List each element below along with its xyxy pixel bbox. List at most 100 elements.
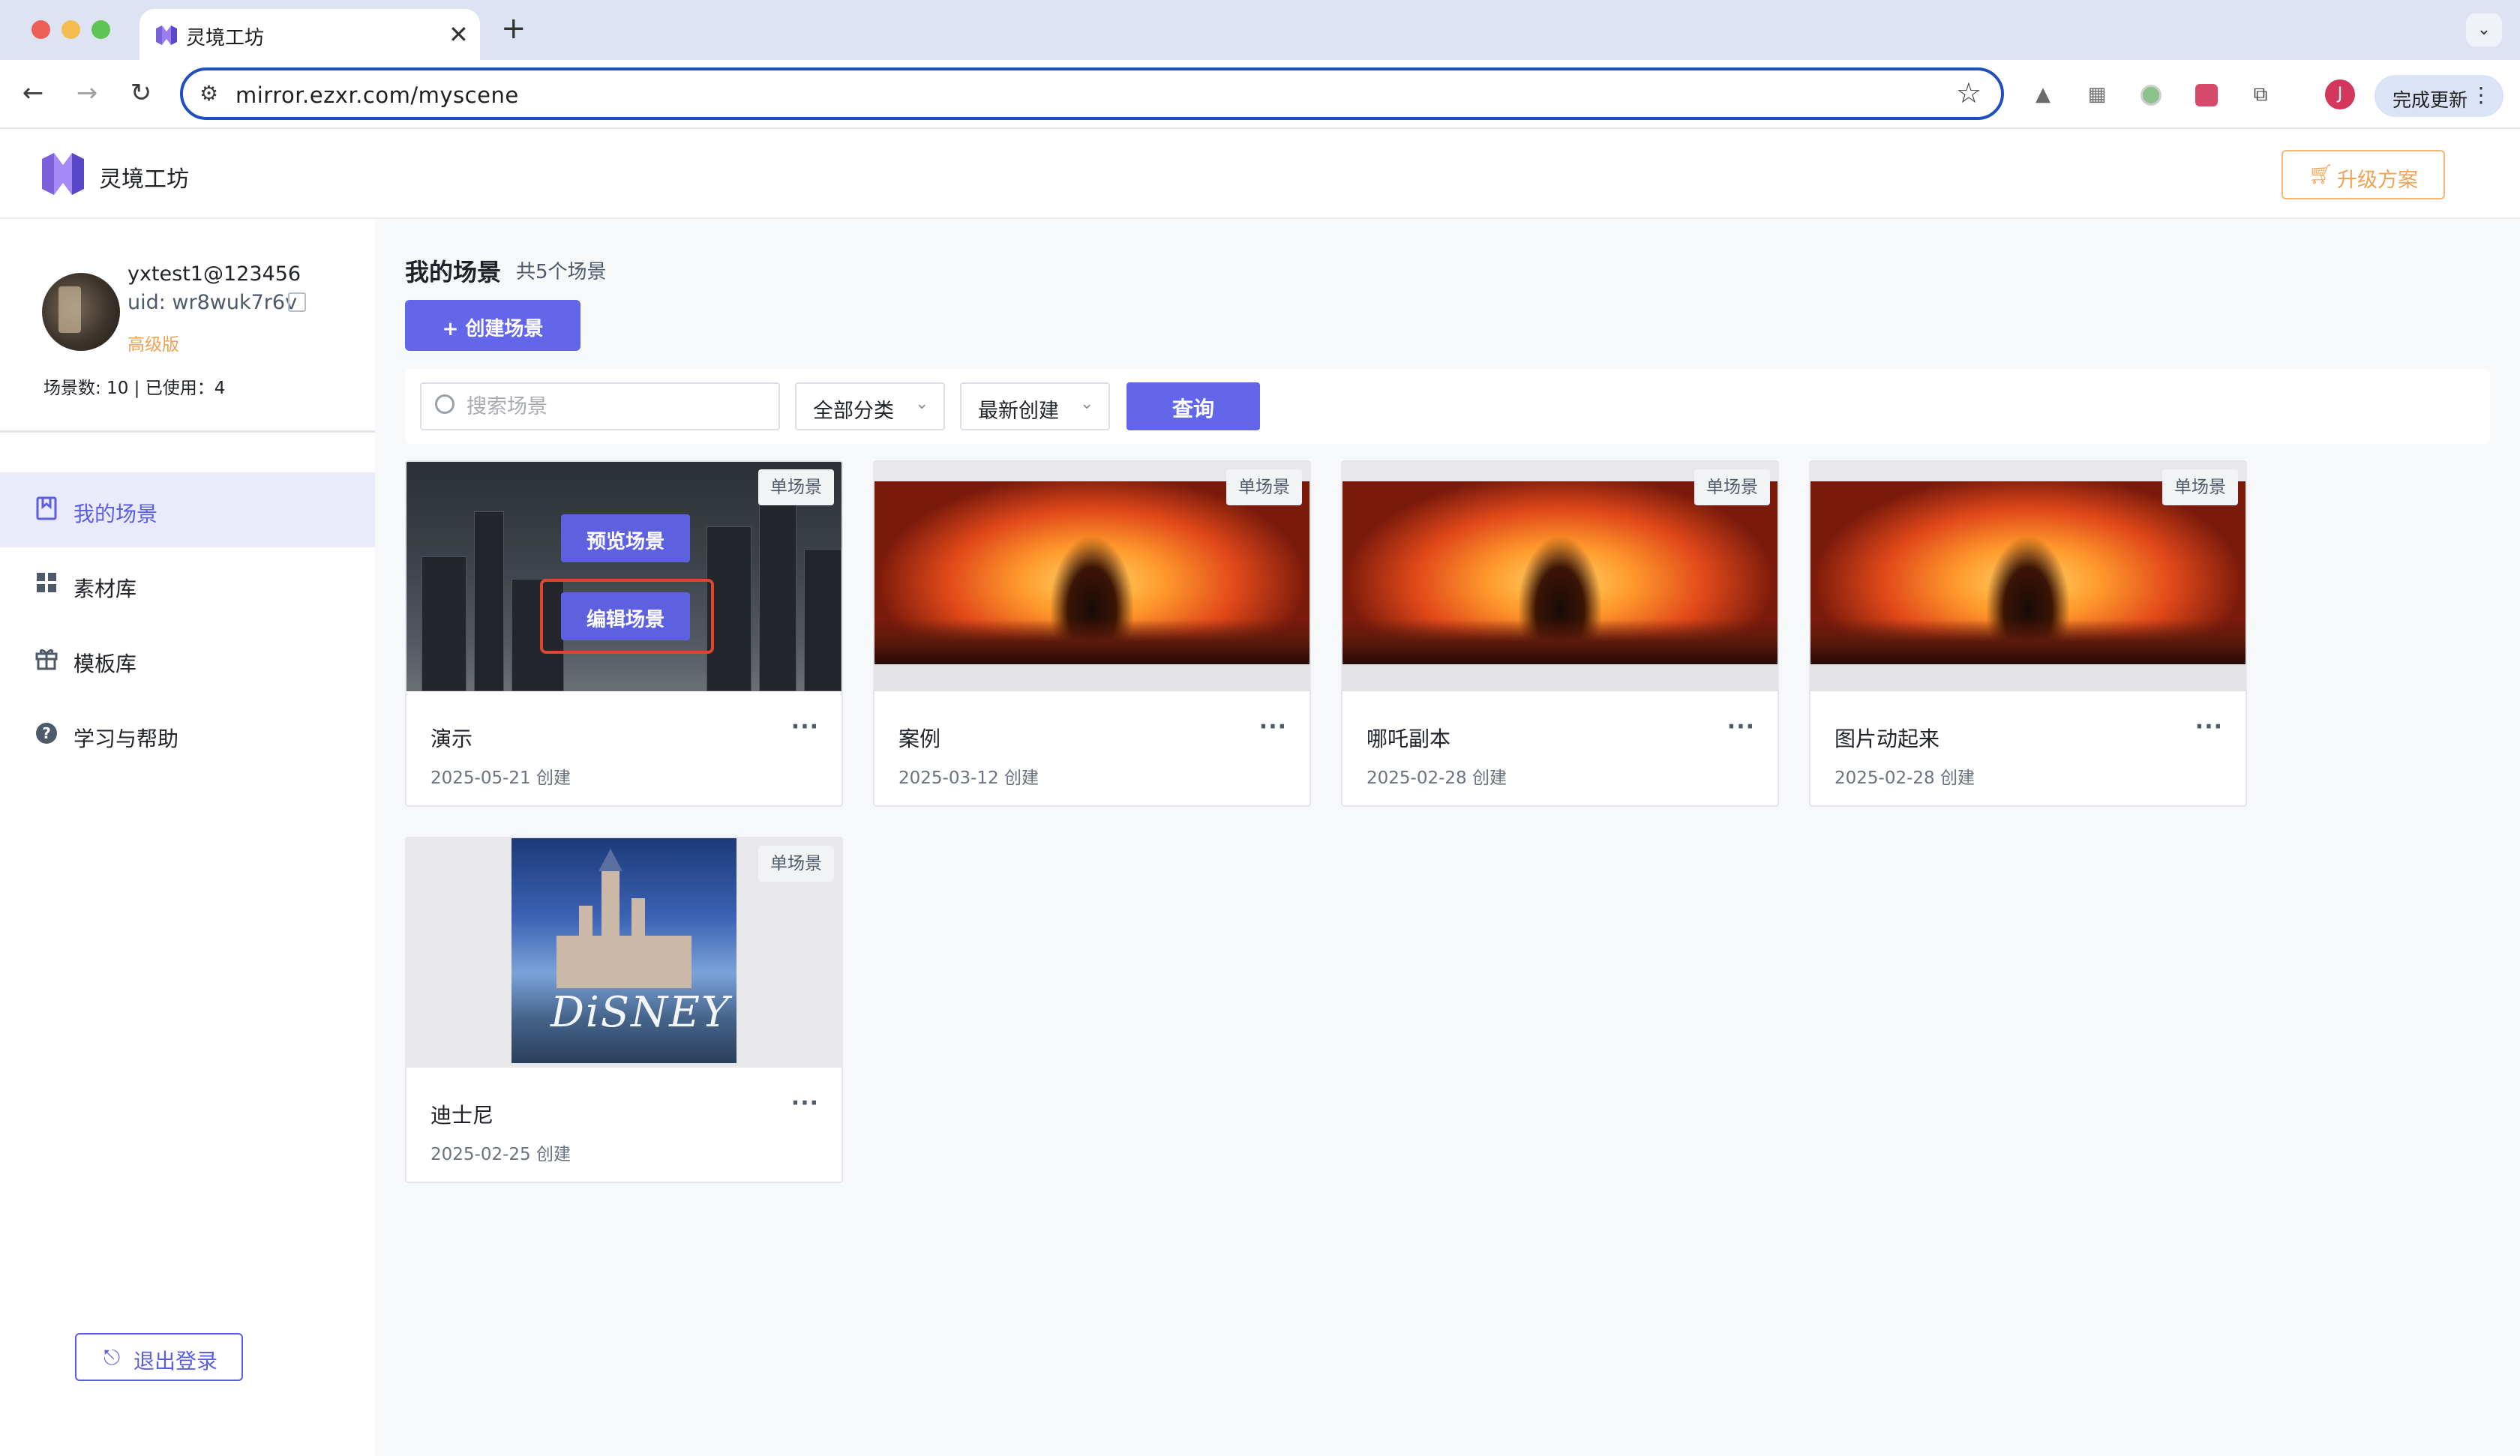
bookmark-icon — [33, 496, 60, 523]
tab-title: 灵境工坊 — [186, 27, 265, 49]
address-bar[interactable]: ⚙ mirror.ezxr.com/myscene ☆ — [180, 67, 2004, 120]
create-scene-button[interactable]: + 创建场景 — [405, 300, 580, 351]
scene-card[interactable]: 单场景 案例 2025-03-12 创建 ··· — [873, 460, 1311, 807]
browser-menu-icon[interactable]: ⋮ — [2470, 82, 2492, 107]
scene-card[interactable]: 单场景 哪吒副本 2025-02-28 创建 ··· — [1341, 460, 1779, 807]
minimize-window-button[interactable] — [62, 20, 80, 39]
edit-scene-button[interactable]: 编辑场景 — [561, 592, 690, 640]
scene-card[interactable]: 单场景 图片动起来 2025-02-28 创建 ··· — [1809, 460, 2247, 807]
category-select-value: 全部分类 — [813, 400, 894, 423]
browser-tab-bar: 灵境工坊 ✕ + ⌄ — [0, 0, 2520, 60]
update-button[interactable]: 完成更新 ⋮ — [2374, 75, 2504, 117]
sidebar-item-materials[interactable]: 素材库 — [0, 547, 375, 622]
search-input[interactable] — [466, 388, 766, 424]
scene-quota: 场景数: 10 | 已使用：4 — [44, 379, 226, 398]
username: yxtest1@123456 — [128, 262, 302, 286]
extension-a-icon[interactable]: ▲ — [2030, 81, 2056, 108]
sidebar-item-my-scenes[interactable]: 我的场景 — [0, 472, 375, 547]
disney-castle-image: DiSNEY — [512, 838, 736, 1063]
search-box[interactable] — [420, 382, 780, 430]
extension-circle-icon[interactable] — [2138, 81, 2164, 108]
upgrade-label: 升级方案 — [2337, 169, 2418, 192]
upgrade-plan-button[interactable]: 🛒︎ 升级方案 — [2282, 150, 2445, 199]
more-options-icon[interactable]: ··· — [791, 1090, 819, 1116]
scene-title: 哪吒副本 — [1366, 727, 1451, 751]
scene-thumbnail[interactable]: 单场景 — [1342, 462, 1778, 691]
more-options-icon[interactable]: ··· — [791, 714, 819, 740]
scene-title: 迪士尼 — [430, 1103, 494, 1128]
tab-search-button[interactable]: ⌄ — [2466, 13, 2502, 46]
browser-tab[interactable]: 灵境工坊 ✕ — [140, 9, 480, 60]
scene-type-badge: 单场景 — [2162, 469, 2238, 505]
category-select[interactable]: 全部分类 ⌄ — [795, 382, 945, 430]
scene-date: 2025-03-12 创建 — [898, 768, 1039, 788]
logout-button[interactable]: ⎋ 退出登录 — [75, 1333, 243, 1381]
app-header: 灵境工坊 🛒︎ 升级方案 — [0, 129, 2520, 219]
more-options-icon[interactable]: ··· — [2195, 714, 2223, 740]
scene-title: 图片动起来 — [1834, 727, 1940, 751]
query-label: 查询 — [1172, 397, 1214, 421]
search-icon — [435, 394, 454, 414]
scene-card[interactable]: DiSNEY 单场景 迪士尼 2025-02-25 创建 ··· — [405, 837, 843, 1183]
avatar[interactable] — [42, 273, 120, 351]
site-settings-icon[interactable]: ⚙ — [200, 81, 218, 106]
scene-thumbnail[interactable]: DiSNEY 单场景 — [406, 838, 842, 1068]
scene-type-badge: 单场景 — [1226, 469, 1302, 505]
scene-date: 2025-02-28 创建 — [1834, 768, 1975, 788]
brand-logo-icon — [42, 153, 84, 195]
scene-thumbnail[interactable]: 单场景 预览场景 编辑场景 — [406, 462, 842, 691]
page-title: 我的场景 — [405, 258, 502, 286]
scene-date: 2025-02-25 创建 — [430, 1145, 571, 1164]
help-icon: ? — [33, 721, 60, 748]
chevron-down-icon: ⌄ — [1080, 394, 1094, 413]
scene-thumbnail[interactable]: 单场景 — [1810, 462, 2246, 691]
brand-name: 灵境工坊 — [99, 166, 189, 193]
extensions-puzzle-icon[interactable]: ⧉ — [2247, 81, 2274, 108]
logout-label: 退出登录 — [134, 1349, 218, 1374]
new-tab-button[interactable]: + — [501, 13, 526, 43]
scene-type-badge: 单场景 — [758, 469, 834, 505]
user-uid: uid: wr8wuk7r6v — [128, 291, 298, 314]
profile-avatar[interactable]: J — [2325, 79, 2355, 109]
reload-icon[interactable]: ↻ — [123, 75, 159, 111]
scene-title: 演示 — [430, 727, 473, 751]
preview-scene-button[interactable]: 预览场景 — [561, 514, 690, 562]
create-scene-label: + 创建场景 — [442, 318, 544, 340]
membership-tier-badge: 高级版 — [128, 335, 179, 355]
sidebar-item-help[interactable]: ? 学习与帮助 — [0, 697, 375, 772]
sidebar-item-templates[interactable]: 模板库 — [0, 622, 375, 697]
scene-card[interactable]: 单场景 预览场景 编辑场景 演示 2025-05-21 创建 ··· — [405, 460, 843, 807]
scene-date: 2025-02-28 创建 — [1366, 768, 1507, 788]
url-text[interactable]: mirror.ezxr.com/myscene — [236, 82, 519, 108]
update-label: 完成更新 — [2392, 89, 2468, 111]
sidebar-item-label: 学习与帮助 — [74, 727, 179, 751]
sort-select[interactable]: 最新创建 ⌄ — [960, 382, 1110, 430]
sidebar-divider — [0, 430, 375, 433]
copy-icon[interactable] — [288, 292, 306, 312]
sidebar-item-label: 模板库 — [74, 652, 137, 676]
edit-scene-label: 编辑场景 — [586, 609, 664, 631]
chevron-down-icon: ⌄ — [915, 394, 929, 413]
sort-select-value: 最新创建 — [978, 400, 1059, 423]
tab-close-icon[interactable]: ✕ — [448, 19, 469, 49]
close-window-button[interactable] — [32, 20, 50, 39]
extension-translate-icon[interactable] — [2193, 81, 2220, 108]
bookmark-star-icon[interactable]: ☆ — [1956, 76, 1982, 109]
preview-scene-label: 预览场景 — [586, 531, 664, 553]
maximize-window-button[interactable] — [92, 20, 110, 39]
back-icon[interactable]: ← — [15, 75, 51, 111]
scene-type-badge: 单场景 — [1694, 469, 1770, 505]
scene-count: 共5个场景 — [516, 261, 607, 283]
logout-icon: ⎋ — [104, 1345, 121, 1370]
cart-icon: 🛒︎ — [2308, 163, 2334, 186]
sidebar-item-label: 素材库 — [74, 577, 137, 601]
filter-bar: 全部分类 ⌄ 最新创建 ⌄ 查询 — [405, 369, 2490, 444]
forward-icon[interactable]: → — [69, 75, 105, 111]
extension-bookmark-icon[interactable]: ▦ — [2084, 81, 2110, 108]
more-options-icon[interactable]: ··· — [1727, 714, 1755, 740]
scene-title: 案例 — [898, 727, 941, 751]
more-options-icon[interactable]: ··· — [1259, 714, 1287, 740]
scene-thumbnail[interactable]: 单场景 — [874, 462, 1310, 691]
query-button[interactable]: 查询 — [1126, 382, 1260, 430]
sidebar-item-label: 我的场景 — [74, 502, 158, 526]
